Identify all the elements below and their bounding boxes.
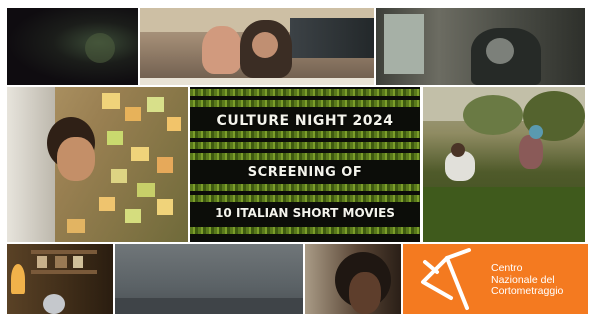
logo-line-1: Centro (491, 262, 523, 274)
film-still-overcast-sky (115, 244, 303, 314)
film-still-couple-on-train (140, 8, 374, 85)
title-line-2: SCREENING OF (247, 165, 363, 180)
film-still-boy-with-notes-wall (7, 87, 188, 242)
film-still-cluttered-room (7, 244, 113, 314)
film-still-portrait-curly-hair (305, 244, 401, 314)
film-still-dark-night (7, 8, 138, 85)
logo-wordmark: Centro Nazionale del Cortometraggio (491, 262, 564, 298)
cnc-logo-icon (421, 248, 471, 310)
logo-line-3: Cortometraggio (491, 285, 564, 297)
title-line-1: CULTURE NIGHT 2024 (216, 113, 394, 129)
title-panel: CULTURE NIGHT 2024 SCREENING OF 10 ITALI… (190, 87, 420, 242)
film-still-farm-workers (423, 87, 585, 242)
centro-nazionale-cortometraggio-logo: Centro Nazionale del Cortometraggio (403, 244, 588, 314)
title-line-3: 10 ITALIAN SHORT MOVIES (215, 206, 395, 220)
film-still-figure-in-doorway (376, 8, 585, 85)
